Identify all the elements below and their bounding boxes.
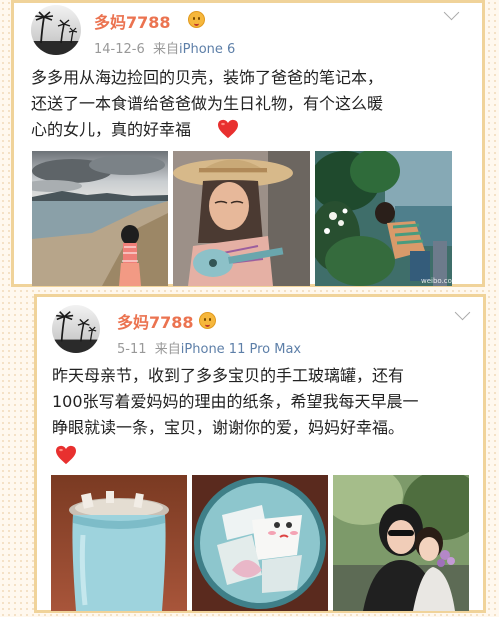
post-date: 14-12-6 xyxy=(94,42,145,57)
paper-notes-photo[interactable] xyxy=(192,475,328,611)
post-text-line: 还送了一本食谱给爸爸做为生日礼物，有个这么暖 xyxy=(31,94,384,113)
username[interactable]: 多妈7788 xyxy=(94,9,171,33)
source-prefix: 来自 xyxy=(153,42,180,57)
mother-daughter-photo[interactable] xyxy=(333,475,469,611)
straw-hat-ukulele-photo[interactable] xyxy=(173,151,310,286)
post-text-line: 睁眼就读一条，宝贝，谢谢你的爱，妈妈好幸福。 xyxy=(52,418,405,437)
post-source[interactable]: iPhone 11 Pro Max xyxy=(181,342,301,357)
post-text-line: 昨天母亲节，收到了多多宝贝的手工玻璃罐，还有 xyxy=(52,366,405,385)
post-text: 多多用从海边捡回的贝壳，装饰了爸爸的笔记本， 还送了一本食谱给爸爸做为生日礼物，… xyxy=(31,65,476,143)
avatar[interactable] xyxy=(52,305,100,353)
post-text-line: 多多用从海边捡回的贝壳，装饰了爸爸的笔记本， xyxy=(31,68,384,87)
beach-photo[interactable] xyxy=(32,151,168,286)
username[interactable]: 多妈7788 xyxy=(117,309,194,333)
post-meta: 14-12-6 来自iPhone 6 xyxy=(94,38,235,57)
weibo-post-card: 多妈7788 14-12-6 来自iPhone 6 多多用从海边捡回的贝壳，装饰… xyxy=(11,0,485,287)
post-source[interactable]: iPhone 6 xyxy=(179,42,235,57)
chevron-down-icon[interactable] xyxy=(443,4,460,21)
chevron-down-icon[interactable] xyxy=(454,304,471,321)
source-prefix: 来自 xyxy=(154,342,181,357)
vip-smiley-icon xyxy=(199,312,216,329)
weibo-post-card: 多妈7788 5-11 来自iPhone 11 Pro Max 昨天母亲节，收到… xyxy=(34,294,486,613)
vip-smiley-icon xyxy=(188,11,205,28)
glass-jar-photo[interactable] xyxy=(51,475,187,611)
post-meta: 5-11 来自iPhone 11 Pro Max xyxy=(117,338,301,357)
post-text-line: 100张写着爱妈妈的理由的纸条，希望我每天早晨一 xyxy=(52,392,419,411)
garden-photo[interactable]: weibo.com/u/51 xyxy=(315,151,452,286)
post-text-line: 心的女儿，真的好幸福 xyxy=(31,120,192,139)
avatar[interactable] xyxy=(31,5,81,55)
post-text: 昨天母亲节，收到了多多宝贝的手工玻璃罐，还有 100张写着爱妈妈的理由的纸条，希… xyxy=(52,363,477,441)
red-heart-icon xyxy=(54,445,78,465)
red-heart-icon xyxy=(217,119,239,139)
post-date: 5-11 xyxy=(117,342,147,357)
photo-watermark: weibo.com/u/51 xyxy=(421,277,452,285)
